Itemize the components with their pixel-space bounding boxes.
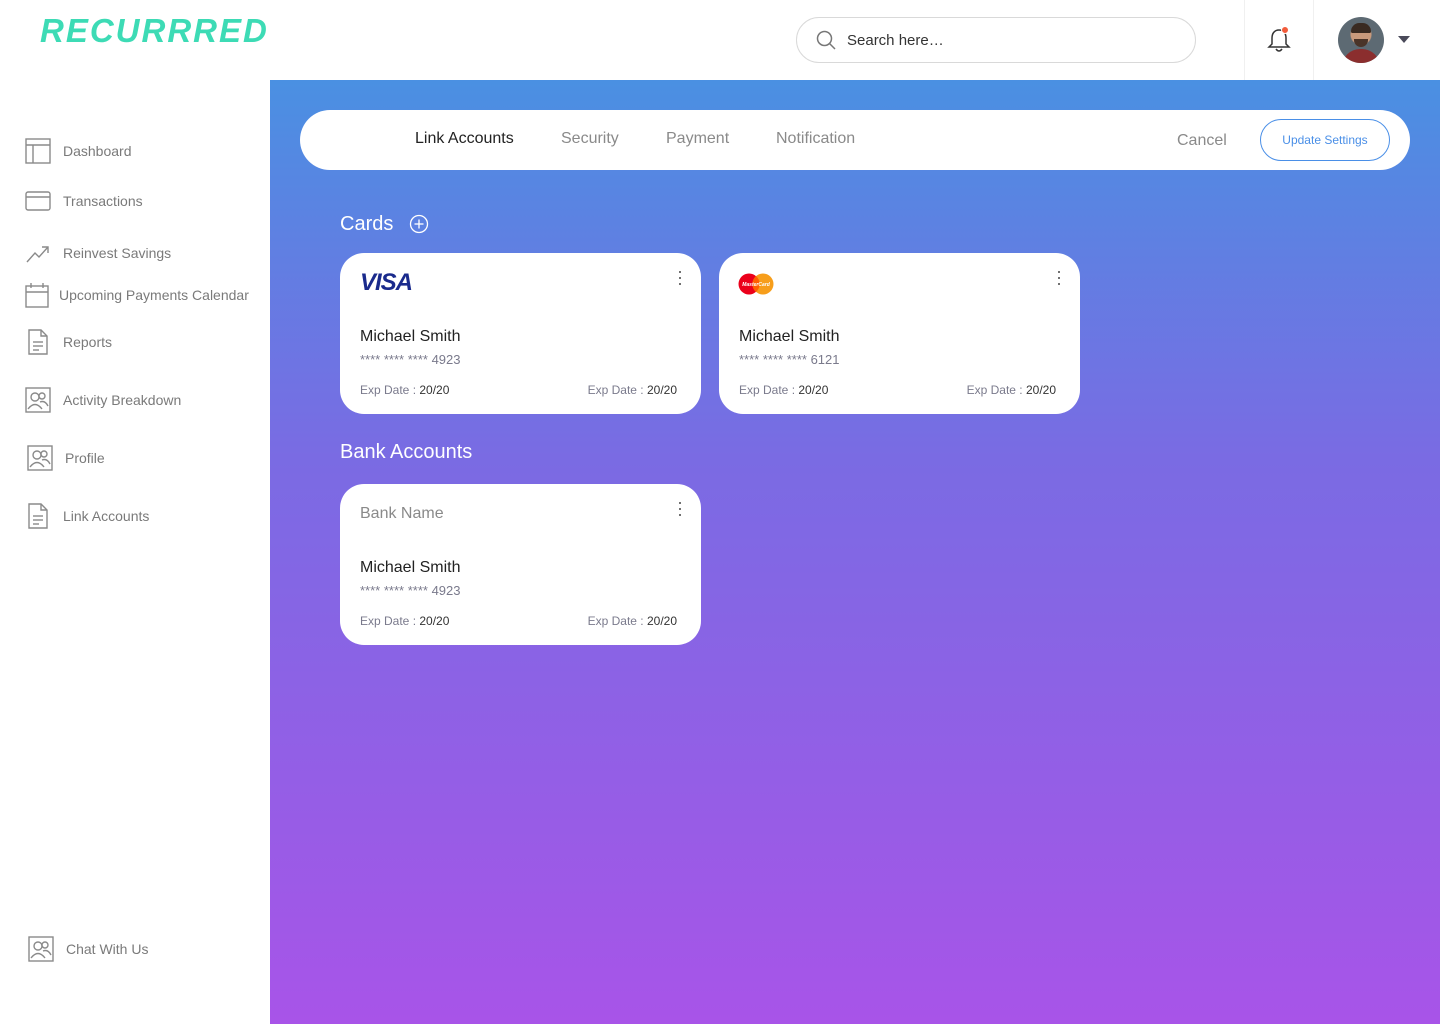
bank-name: Bank Name <box>360 505 444 522</box>
card-item[interactable]: MasterCard Michael Smith **** **** **** … <box>719 253 1080 414</box>
sidebar-item-reports[interactable]: Reports <box>25 329 112 355</box>
tab-notification[interactable]: Notification <box>776 130 855 148</box>
settings-tab-bar: Link Accounts Security Payment Notificat… <box>300 110 1410 170</box>
document-icon <box>25 503 51 529</box>
card-number: **** **** **** 6121 <box>739 352 840 367</box>
sidebar-item-dashboard[interactable]: Dashboard <box>25 138 132 164</box>
sidebar-item-upcoming-payments-calendar[interactable]: Upcoming Payments Calendar <box>24 282 249 308</box>
document-icon <box>25 329 51 355</box>
trending-up-icon <box>25 240 51 266</box>
sidebar-item-label: Upcoming Payments Calendar <box>59 287 249 303</box>
search-bar[interactable] <box>796 17 1196 63</box>
exp-date: Exp Date : 20/20 <box>587 383 677 397</box>
mastercard-logo: MasterCard <box>738 273 774 295</box>
more-options-icon[interactable] <box>677 271 683 285</box>
bank-accounts-section-title: Bank Accounts <box>340 441 473 463</box>
chevron-down-icon[interactable] <box>1398 36 1410 43</box>
main-content: Link Accounts Security Payment Notificat… <box>270 80 1440 1024</box>
tab-link-accounts[interactable]: Link Accounts <box>415 130 514 148</box>
users-icon <box>28 936 54 962</box>
sidebar: Dashboard Transactions Reinvest Savings … <box>0 80 270 1024</box>
exp-date: Exp Date : 20/20 <box>587 614 677 628</box>
bank-account-card[interactable]: Bank Name Michael Smith **** **** **** 4… <box>340 484 701 645</box>
sidebar-item-link-accounts[interactable]: Link Accounts <box>25 503 149 529</box>
card-number: **** **** **** 4923 <box>360 352 461 367</box>
users-icon <box>27 445 53 471</box>
search-icon <box>815 29 837 51</box>
chat-label: Chat With Us <box>66 941 149 957</box>
exp-date: Exp Date : 20/20 <box>360 614 450 628</box>
more-options-icon[interactable] <box>677 502 683 516</box>
sidebar-item-activity-breakdown[interactable]: Activity Breakdown <box>25 387 181 413</box>
account-number: **** **** **** 4923 <box>360 583 461 598</box>
header-divider <box>1313 0 1314 80</box>
update-settings-button[interactable]: Update Settings <box>1260 119 1390 161</box>
sidebar-item-transactions[interactable]: Transactions <box>25 188 143 214</box>
cards-section-title: Cards <box>340 213 394 235</box>
dashboard-icon <box>25 138 51 164</box>
more-options-icon[interactable] <box>1056 271 1062 285</box>
sidebar-item-label: Reinvest Savings <box>63 245 172 261</box>
exp-date: Exp Date : 20/20 <box>739 383 829 397</box>
add-card-icon[interactable] <box>409 214 429 234</box>
calendar-icon <box>24 282 50 308</box>
sidebar-item-label: Activity Breakdown <box>63 392 182 408</box>
sidebar-item-label: Profile <box>65 450 105 466</box>
cardholder-name: Michael Smith <box>360 328 461 345</box>
tab-security[interactable]: Security <box>561 130 619 148</box>
sidebar-item-label: Dashboard <box>63 143 132 159</box>
cancel-button[interactable]: Cancel <box>1177 132 1227 150</box>
notification-badge <box>1281 26 1289 34</box>
sidebar-item-label: Reports <box>63 334 113 350</box>
users-icon <box>25 387 51 413</box>
avatar[interactable] <box>1338 17 1384 63</box>
exp-date: Exp Date : 20/20 <box>966 383 1056 397</box>
app-logo[interactable]: RECURRRED <box>40 12 269 50</box>
account-holder-name: Michael Smith <box>360 559 461 576</box>
sidebar-item-label: Link Accounts <box>63 508 150 524</box>
exp-date: Exp Date : 20/20 <box>360 383 450 397</box>
credit-card-icon <box>25 188 51 214</box>
sidebar-item-reinvest-savings[interactable]: Reinvest Savings <box>25 240 171 266</box>
header-divider <box>1244 0 1245 80</box>
search-input[interactable] <box>847 31 1167 49</box>
card-item[interactable]: VISA Michael Smith **** **** **** 4923 E… <box>340 253 701 414</box>
tab-payment[interactable]: Payment <box>666 130 729 148</box>
chat-with-us-button[interactable]: Chat With Us <box>28 936 148 962</box>
sidebar-item-profile[interactable]: Profile <box>27 445 105 471</box>
cardholder-name: Michael Smith <box>739 328 840 345</box>
visa-logo: VISA <box>360 269 413 296</box>
svg-text:MasterCard: MasterCard <box>742 282 770 288</box>
notifications-button[interactable] <box>1266 26 1292 54</box>
sidebar-item-label: Transactions <box>63 193 143 209</box>
